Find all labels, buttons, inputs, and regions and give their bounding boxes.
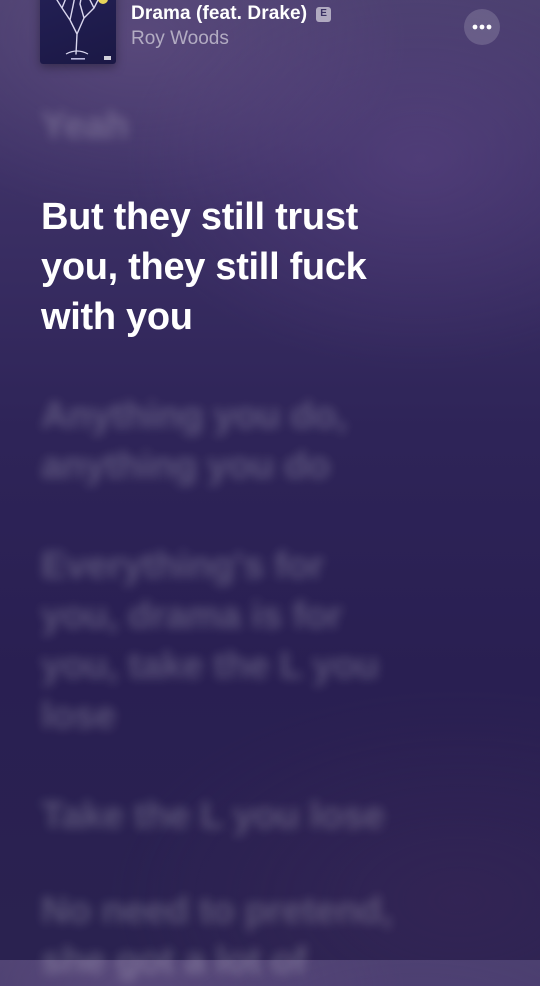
lyric-line-upcoming[interactable]: Anything you do, anything you do — [41, 391, 441, 491]
album-artwork[interactable] — [40, 0, 116, 64]
lyric-line-past[interactable]: Yeah — [41, 101, 441, 151]
lyric-line-upcoming[interactable]: Take the L you lose — [41, 791, 441, 841]
artist-name[interactable]: Roy Woods — [131, 28, 229, 50]
track-title: Drama (feat. Drake) — [131, 3, 308, 24]
track-title-row[interactable]: Drama (feat. Drake) E — [131, 2, 332, 26]
lyric-line-current[interactable]: But they still trust you, they still fuc… — [41, 192, 441, 342]
now-playing-header: Drama (feat. Drake) E Roy Woods — [0, 0, 540, 70]
explicit-badge: E — [316, 6, 332, 22]
tree-artwork-icon — [56, 0, 111, 60]
ellipsis-icon — [472, 24, 492, 30]
lyric-line-upcoming[interactable]: No need to pretend, she got a lot of — [41, 886, 441, 986]
more-options-button[interactable] — [464, 9, 500, 45]
lyric-line-upcoming[interactable]: Everything's for you, drama is for you, … — [41, 541, 441, 741]
